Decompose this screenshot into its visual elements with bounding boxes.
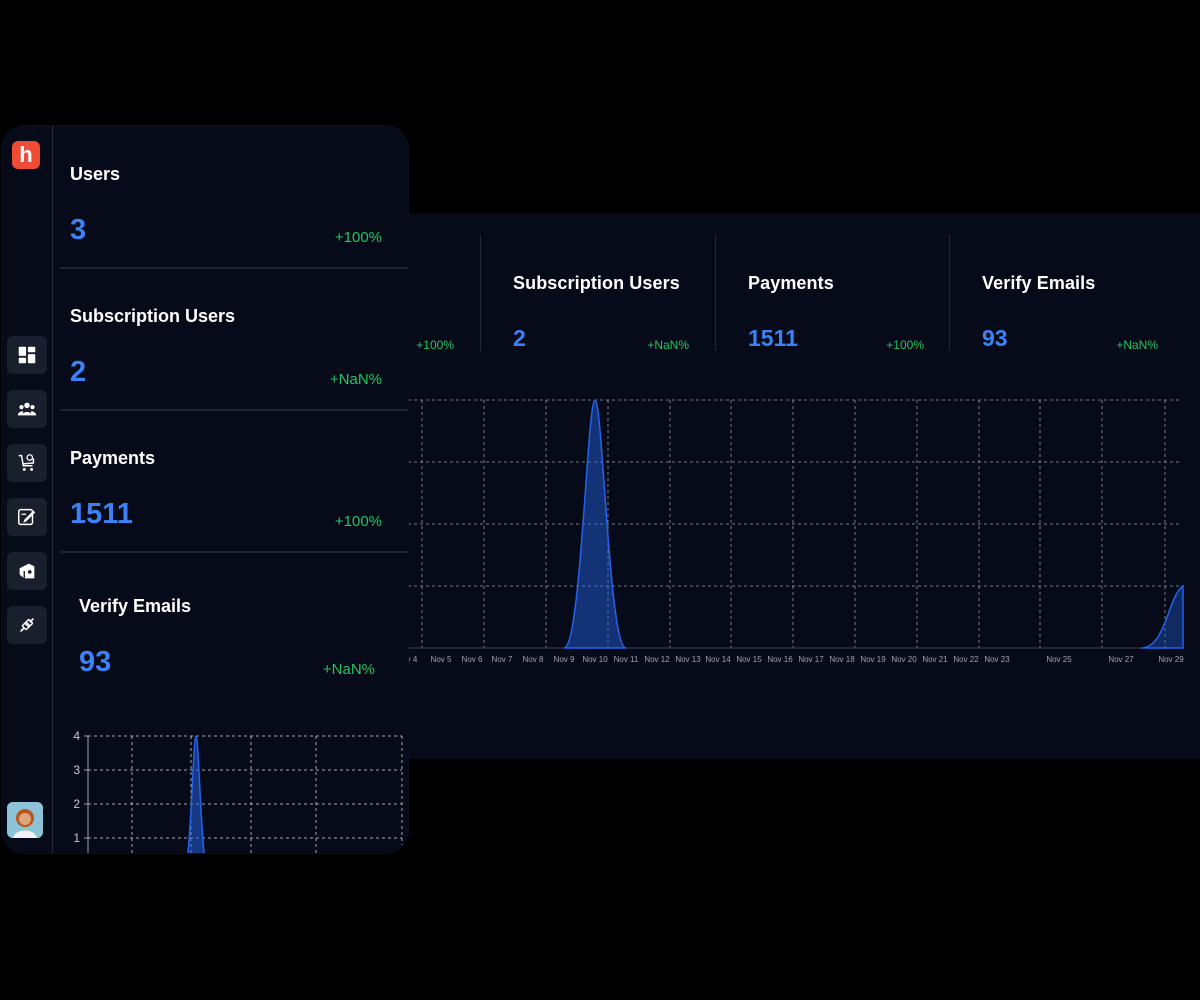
x-tick-label: Nov 22 (953, 655, 979, 664)
stat-value: 1511 (748, 325, 798, 351)
x-tick-label: Nov 8 (523, 655, 544, 664)
x-tick-label: Nov 21 (922, 655, 948, 664)
series-area-peak (187, 735, 205, 853)
stat-card-subscription-users: Subscription Users 2 +NaN% (60, 268, 406, 410)
divider (60, 551, 408, 553)
series-area-rise (1140, 584, 1184, 649)
stat-value: 1511 (70, 498, 133, 530)
x-tick-label: Nov 20 (891, 655, 917, 664)
stat-subscription-users: Subscription Users 2 +NaN% (480, 235, 715, 352)
y-tick-label: 3 (73, 763, 80, 777)
activity-chart-mini: 1 2 3 4 (73, 729, 403, 853)
stat-card-payments: Payments 1511 +100% (60, 410, 406, 552)
activity-chart-wide: v 4 Nov 5 Nov 6 Nov 7 Nov 8 Nov 9 Nov 10 Nov 11… (300, 399, 1184, 664)
nav-integrations[interactable] (7, 606, 47, 644)
stat-label: Verify Emails (79, 596, 192, 616)
shop-icon (19, 563, 35, 579)
stat-value: 2 (513, 325, 526, 351)
x-tick-label: Nov 18 (829, 655, 855, 664)
nav-dashboard[interactable] (7, 336, 47, 374)
x-tick-label: Nov 6 (462, 655, 483, 664)
analytics-panel-narrow: h Users 3 +100% Subscription Users 2 +Na… (2, 126, 408, 853)
avatar[interactable] (7, 802, 43, 838)
x-tick-label: Nov 5 (431, 655, 452, 664)
dashboard-icon (18, 346, 36, 364)
stat-label: Users (70, 164, 121, 184)
nav-orders[interactable] (7, 444, 47, 482)
stat-change: +NaN% (329, 371, 382, 388)
stat-value: 93 (79, 646, 112, 678)
x-tick-label: Nov 23 (984, 655, 1010, 664)
stat-label: Payments (70, 448, 156, 468)
nav-shop[interactable] (7, 552, 47, 590)
stats-row: +100% Subscription Users 2 +NaN% Payment… (300, 213, 1200, 363)
analytics-panel-wide: +100% Subscription Users 2 +NaN% Payment… (300, 213, 1200, 759)
cart-icon (18, 454, 35, 471)
stat-label: Verify Emails (982, 273, 1096, 293)
x-tick-label: Nov 12 (644, 655, 670, 664)
edit-icon (18, 508, 36, 526)
y-tick-label: 4 (73, 729, 80, 743)
nav-users[interactable] (7, 390, 47, 428)
stat-value: 93 (982, 325, 1008, 351)
user-avatar-icon (7, 802, 43, 838)
stat-value: 2 (70, 356, 87, 388)
x-tick-label: Nov 10 (582, 655, 608, 664)
sidebar: h (2, 126, 53, 853)
stat-change: +100% (416, 338, 454, 352)
stat-change: +NaN% (322, 661, 375, 678)
x-tick-label: Nov 13 (675, 655, 701, 664)
stat-payments: Payments 1511 +100% (715, 235, 950, 352)
stat-value: 3 (70, 214, 87, 246)
stat-change: +100% (886, 338, 924, 352)
stat-change: +100% (334, 513, 382, 530)
x-tick-label: v 4 (407, 655, 418, 664)
x-tick-label: Nov 11 (614, 655, 639, 664)
plug-icon (19, 617, 35, 633)
x-tick-label: Nov 7 (492, 655, 513, 664)
nav-editor[interactable] (7, 498, 47, 536)
stat-change: +100% (334, 229, 382, 246)
x-tick-label: Nov 25 (1046, 655, 1072, 664)
stat-card-users: Users 3 +100% (60, 126, 406, 268)
y-tick-label: 1 (73, 831, 80, 845)
stat-label: Payments (748, 273, 834, 293)
x-tick-label: Nov 27 (1108, 655, 1134, 664)
stat-change: +NaN% (1116, 338, 1158, 352)
x-tick-label: Nov 19 (860, 655, 886, 664)
x-tick-label: Nov 14 (705, 655, 731, 664)
x-tick-label: Nov 9 (554, 655, 575, 664)
stat-verify-emails: Verify Emails 93 +NaN% (949, 235, 1184, 352)
x-tick-label: Nov 17 (798, 655, 824, 664)
y-tick-label: 2 (73, 797, 80, 811)
series-area-peak (563, 399, 627, 649)
users-icon (17, 402, 37, 416)
stat-change: +NaN% (647, 338, 689, 352)
stat-label: Subscription Users (70, 306, 236, 326)
x-tick-label: Nov 29 (1158, 655, 1184, 664)
x-tick-label: Nov 16 (767, 655, 793, 664)
stat-label: Subscription Users (513, 273, 680, 293)
x-tick-label: Nov 15 (736, 655, 762, 664)
stat-card-verify-emails: Verify Emails 93 +NaN% (69, 556, 399, 698)
brand-logo[interactable]: h (12, 141, 40, 169)
